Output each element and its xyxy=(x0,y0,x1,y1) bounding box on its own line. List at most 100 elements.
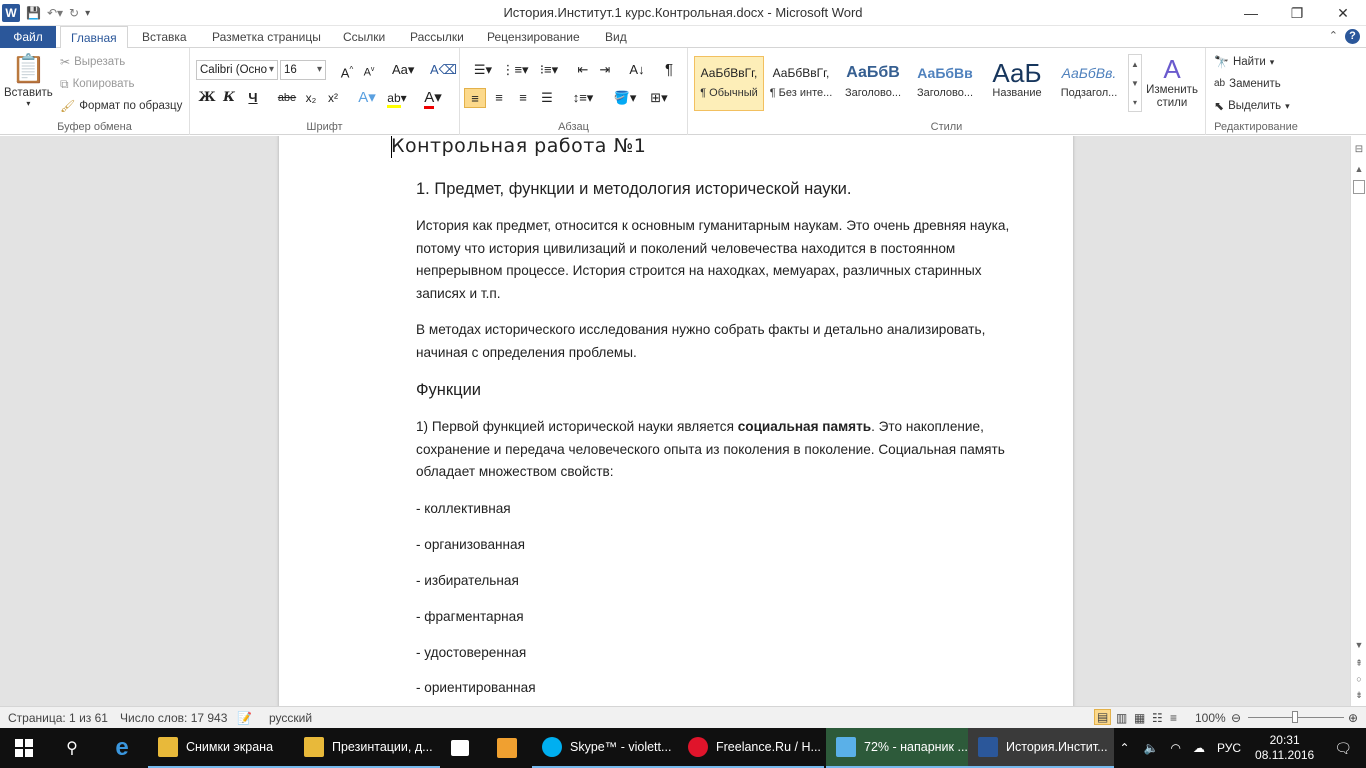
grow-font-icon[interactable]: A^ xyxy=(336,60,358,80)
paste-button[interactable]: 📋 Вставить ▾ xyxy=(4,52,53,108)
font-size-combo[interactable]: 16 xyxy=(280,60,326,80)
underline-button[interactable]: Ч xyxy=(242,88,264,108)
align-center-icon[interactable]: ≡ xyxy=(488,88,510,108)
outline-icon[interactable]: ☷ xyxy=(1152,711,1163,725)
text-effects-icon[interactable]: A▾ xyxy=(356,88,378,108)
align-left-icon[interactable]: ≡ xyxy=(464,88,486,108)
page-count[interactable]: Страница: 1 из 61 xyxy=(8,711,108,725)
font-name-combo[interactable]: Calibri (Осно xyxy=(196,60,278,80)
style-title[interactable]: АаБ Название xyxy=(982,56,1052,111)
scroll-up-icon[interactable]: ▲ xyxy=(1351,164,1366,174)
tab-view[interactable]: Вид xyxy=(595,26,637,48)
copy-button[interactable]: ⧉ Копировать xyxy=(60,76,135,92)
tab-references[interactable]: Ссылки xyxy=(333,26,395,48)
decrease-indent-icon[interactable]: ⇤ xyxy=(572,60,594,80)
ruler-toggle-icon[interactable]: ⊟ xyxy=(1351,144,1366,155)
notifications-icon[interactable]: 🗨 xyxy=(1334,740,1352,757)
styles-scroll[interactable]: ▲ ▼ ▾ xyxy=(1128,54,1142,112)
style-no-spacing[interactable]: АаБбВвГг, ¶ Без инте... xyxy=(766,56,836,111)
line-spacing-icon[interactable]: ↕≡▾ xyxy=(568,88,598,108)
change-case-icon[interactable]: Aa▾ xyxy=(392,60,414,80)
italic-button[interactable]: К xyxy=(218,88,240,108)
zoom-level[interactable]: 100% xyxy=(1195,711,1226,725)
cut-button[interactable]: ✂ Вырезать xyxy=(60,54,125,70)
replace-button[interactable]: ab Заменить xyxy=(1214,76,1281,92)
zoom-out-icon[interactable]: ⊖ xyxy=(1231,711,1241,725)
align-right-icon[interactable]: ≡ xyxy=(512,88,534,108)
edge-icon[interactable]: e xyxy=(96,728,148,768)
heading-1: 1. Предмет, функции и методология истори… xyxy=(416,180,852,198)
restore-button[interactable]: ❐ xyxy=(1274,0,1320,26)
taskbar-item-screenshots[interactable]: Снимки экрана xyxy=(148,728,294,768)
shrink-font-icon[interactable]: Av xyxy=(358,60,380,80)
taskbar-item-word[interactable]: История.Инстит... xyxy=(968,728,1114,768)
zoom-in-icon[interactable]: ⊕ xyxy=(1348,711,1358,725)
scroll-thumb[interactable] xyxy=(1353,180,1365,194)
increase-indent-icon[interactable]: ⇥ xyxy=(594,60,616,80)
web-layout-icon[interactable]: ▦ xyxy=(1134,711,1145,725)
bullets-icon[interactable]: ☰▾ xyxy=(468,60,498,80)
show-formatting-icon[interactable]: ¶ xyxy=(658,60,680,80)
taskbar-item-presentations[interactable]: Презинтации, д... xyxy=(294,728,440,768)
find-button[interactable]: 🔭 Найти ▾ xyxy=(1214,54,1274,70)
clock[interactable]: 20:31 08.11.2016 xyxy=(1255,733,1314,763)
show-hidden-icons-icon[interactable]: ⌃ xyxy=(1120,741,1130,755)
document-page[interactable]: Контрольная работа №1 1. Предмет, функци… xyxy=(279,136,1073,706)
close-button[interactable]: ✕ xyxy=(1320,0,1366,26)
vertical-scrollbar[interactable]: ⊟ ▲ ▼ ⇞ ○ ⇟ xyxy=(1350,136,1366,706)
select-button[interactable]: ⬉ Выделить ▾ xyxy=(1214,98,1290,114)
previous-page-icon[interactable]: ⇞ xyxy=(1351,658,1366,669)
language[interactable]: русский xyxy=(269,711,312,725)
next-page-icon[interactable]: ⇟ xyxy=(1351,690,1366,701)
bold-button[interactable]: Ж xyxy=(196,88,218,108)
input-language[interactable]: РУС xyxy=(1217,741,1241,755)
start-button[interactable] xyxy=(0,728,48,768)
tab-page-layout[interactable]: Разметка страницы xyxy=(202,26,331,48)
proofing-icon[interactable]: 📝 xyxy=(237,711,252,725)
zoom-slider-thumb[interactable] xyxy=(1292,711,1298,723)
style-heading1[interactable]: АаБбВ Заголово... xyxy=(838,56,908,111)
font-color-icon[interactable]: A▾ xyxy=(422,88,444,109)
subscript-button[interactable]: x₂ xyxy=(300,88,322,108)
help-icon[interactable]: ? xyxy=(1345,29,1360,44)
search-icon[interactable]: ⚲ xyxy=(48,728,96,768)
full-screen-reading-icon[interactable]: ▥ xyxy=(1116,711,1127,725)
browse-object-icon[interactable]: ○ xyxy=(1351,674,1366,684)
taskbar-item-opera[interactable]: Freelance.Ru / Н... xyxy=(678,728,824,768)
style-heading2[interactable]: АаБбВв Заголово... xyxy=(910,56,980,111)
style-subtitle[interactable]: АаБбВв. Подзагол... xyxy=(1054,56,1124,111)
superscript-button[interactable]: x² xyxy=(322,88,344,108)
borders-icon[interactable]: ⊞▾ xyxy=(644,88,674,108)
print-layout-icon[interactable]: ▤ xyxy=(1094,709,1112,725)
justify-icon[interactable]: ☰ xyxy=(536,88,558,108)
tab-file[interactable]: Файл xyxy=(0,26,56,48)
tab-review[interactable]: Рецензирование xyxy=(477,26,590,48)
document-title: Контрольная работа №1 xyxy=(391,136,647,157)
minimize-button[interactable]: — xyxy=(1228,0,1274,26)
sort-icon[interactable]: A↓ xyxy=(626,60,648,80)
word-count[interactable]: Число слов: 17 943 xyxy=(120,711,227,725)
draft-icon[interactable]: ≡ xyxy=(1170,711,1177,725)
taskbar-item-skype[interactable]: Skype™ - violett... xyxy=(532,728,678,768)
list-item: - фрагментарная xyxy=(416,609,524,624)
change-styles-button[interactable]: A Изменить стили xyxy=(1144,54,1200,110)
scroll-down-icon[interactable]: ▼ xyxy=(1351,640,1366,650)
highlight-icon[interactable]: ab▾ xyxy=(386,88,408,108)
tab-mailings[interactable]: Рассылки xyxy=(400,26,474,48)
wifi-icon[interactable]: ◠ xyxy=(1171,741,1181,755)
strikethrough-button[interactable]: abe xyxy=(276,88,298,108)
onedrive-icon[interactable]: ☁ xyxy=(1193,741,1205,755)
clear-formatting-icon[interactable]: A⌫ xyxy=(430,60,457,80)
taskbar-item-download[interactable]: 72% - напарник ... xyxy=(826,728,968,768)
numbering-icon[interactable]: ⋮≡▾ xyxy=(500,60,530,80)
media-player-icon[interactable] xyxy=(482,728,532,768)
multilevel-list-icon[interactable]: ⁝≡▾ xyxy=(534,60,564,80)
store-icon[interactable] xyxy=(440,728,480,768)
collapse-ribbon-icon[interactable]: ⌃ xyxy=(1329,29,1338,42)
style-normal[interactable]: АаБбВвГг, ¶ Обычный xyxy=(694,56,764,111)
tab-insert[interactable]: Вставка xyxy=(132,26,197,48)
format-painter-button[interactable]: 🖌 Формат по образцу xyxy=(60,98,182,114)
volume-icon[interactable]: 🔈 xyxy=(1144,741,1159,755)
shading-icon[interactable]: 🪣▾ xyxy=(610,88,640,108)
tab-home[interactable]: Главная xyxy=(60,26,128,49)
